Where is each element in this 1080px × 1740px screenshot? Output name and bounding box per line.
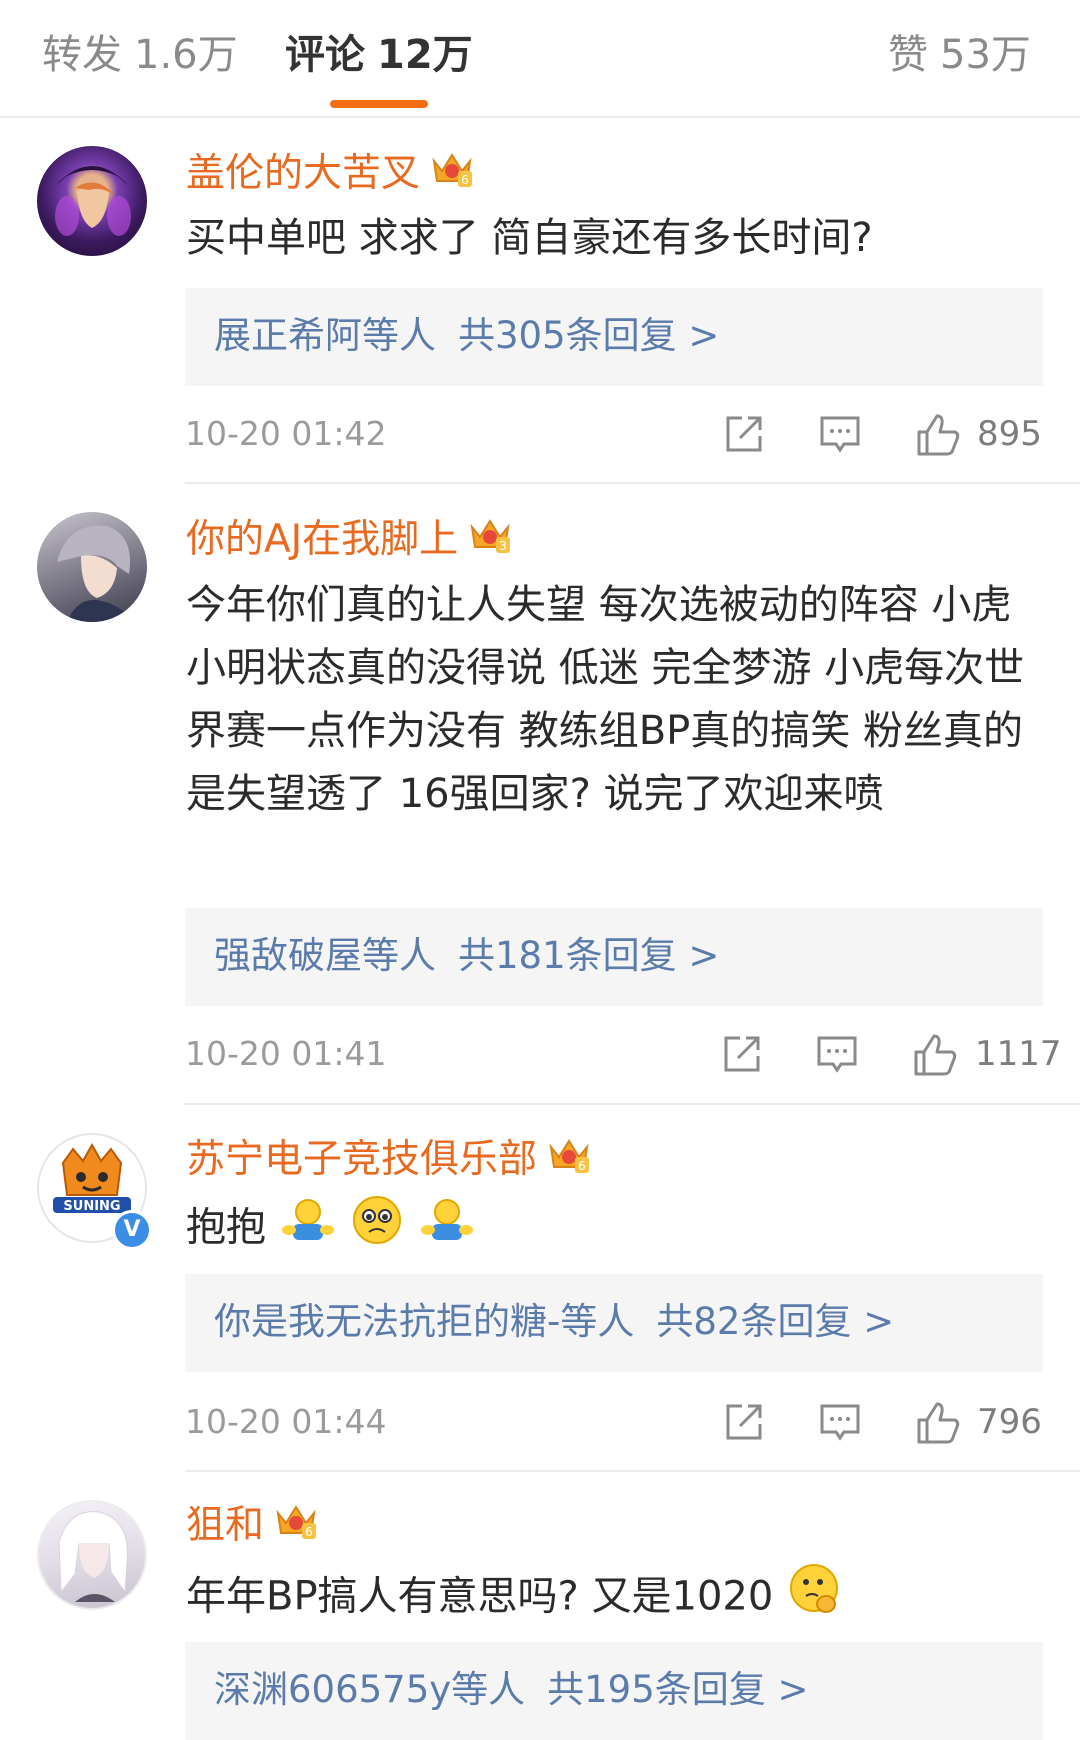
comment-icon[interactable] [815,1032,859,1080]
crown-badge-icon: 6 [430,149,474,203]
comment-divider [185,1103,1080,1105]
comment-tabs: 转发 1.6万 评论 12万 赞 53万 [0,0,1080,118]
comment-text: 买中单吧 求求了 简自豪还有多长时间? [186,215,873,261]
comment-icon[interactable] [818,1400,862,1448]
replies-summary: 你是我无法抗拒的糖-等人 共82条回复 > [214,1296,894,1348]
share-icon[interactable] [722,412,766,460]
like-count: 895 [977,414,1042,454]
avatar[interactable] [37,512,147,622]
comment-text: 抱抱 [186,1194,1046,1265]
active-tab-indicator [330,100,428,108]
comment-username[interactable]: 苏宁电子竞技俱乐部 6 [186,1134,591,1189]
username-text: 苏宁电子竞技俱乐部 [186,1137,538,1182]
tab-reposts-count: 1.6万 [134,32,238,78]
reply-suffix: 等人 [560,1300,635,1343]
share-icon[interactable] [720,1032,764,1080]
reply-count-link[interactable]: 共305条回复 > [458,314,719,357]
svg-text:3: 3 [499,539,507,553]
comment-icon[interactable] [818,412,862,460]
share-icon[interactable] [722,1400,766,1448]
avatar-illustration [58,1511,128,1602]
comment-divider [185,482,1080,484]
thinking-face-emoji-icon [788,1562,842,1635]
username-text: 狙和 [186,1503,265,1548]
avatar[interactable] [37,1500,147,1610]
comment-text-content: 抱抱 [186,1204,266,1251]
svg-text:6: 6 [578,1159,586,1173]
username-text: 盖伦的大苦叉 [186,151,421,196]
avatar[interactable] [37,146,147,256]
svg-text:6: 6 [305,1525,313,1539]
tab-reposts[interactable]: 转发 1.6万 [42,28,238,82]
comment-username[interactable]: 你的AJ在我脚上 3 [186,514,512,569]
like-count: 1117 [975,1034,1062,1074]
thumbs-up-icon[interactable] [915,1400,961,1450]
tab-likes-label: 赞 [888,32,928,78]
comment-time: 10-20 01:44 [185,1402,387,1441]
replies-summary: 展正希阿等人 共305条回复 > [214,310,719,362]
svg-text:SUNING: SUNING [63,1199,120,1214]
comment-time: 10-20 01:41 [185,1034,387,1073]
teary-face-emoji-icon [351,1194,403,1265]
comment-time: 10-20 01:42 [185,414,387,453]
tab-comments-label: 评论 [285,32,365,78]
comment-meta: 10-20 01:41 1117 [185,1028,1062,1082]
reply-names[interactable]: 强敌破屋 [214,934,362,977]
comment-meta: 10-20 01:42 895 [185,408,1043,460]
thumbs-up-icon[interactable] [915,412,961,462]
crown-badge-icon: 6 [274,1501,318,1555]
reply-names[interactable]: 深渊606575y [214,1668,451,1711]
reply-suffix: 等人 [451,1668,526,1711]
comment-text: 年年BP搞人有意思吗? 又是1020 [186,1562,1046,1635]
comment-username[interactable]: 狙和 6 [186,1500,318,1555]
hug-emoji-icon [420,1196,474,1263]
reply-count-link[interactable]: 共82条回复 > [656,1300,894,1343]
avatar-illustration [55,166,131,236]
replies-preview[interactable]: 强敌破屋等人 共181条回复 > [185,908,1043,1006]
replies-summary: 强敌破屋等人 共181条回复 > [214,930,719,982]
comment-text: 今年你们真的让人失望 每次选被动的阵容 小虎小明状态真的没得说 低迷 完全梦游 … [186,582,1025,817]
crown-badge-icon: 3 [468,515,512,569]
comment-username[interactable]: 盖伦的大苦叉 6 [186,148,474,203]
comment-text-content: 年年BP搞人有意思吗? 又是1020 [186,1573,774,1620]
tab-comments[interactable]: 评论 12万 [285,28,473,82]
tab-comments-count: 12万 [377,32,473,78]
reply-suffix: 等人 [362,314,436,357]
like-count: 796 [977,1402,1042,1442]
comment-meta: 10-20 01:44 796 [185,1396,1043,1448]
tab-reposts-label: 转发 [42,32,122,78]
reply-count-link[interactable]: 共195条回复 > [547,1668,808,1711]
replies-preview[interactable]: 深渊606575y等人 共195条回复 > [185,1642,1043,1740]
reply-suffix: 等人 [362,934,436,977]
replies-preview[interactable]: 展正希阿等人 共305条回复 > [185,288,1043,386]
tab-likes[interactable]: 赞 53万 [888,28,1031,82]
reply-names[interactable]: 展正希阿 [214,314,362,357]
comment-divider [185,1470,1080,1472]
svg-text:6: 6 [461,173,469,187]
thumbs-up-icon[interactable] [912,1032,958,1082]
crown-badge-icon: 6 [547,1135,591,1189]
reply-names[interactable]: 你是我无法抗拒的糖- [214,1300,560,1343]
username-text: 你的AJ在我脚上 [186,517,459,562]
hug-emoji-icon [281,1196,335,1263]
tab-likes-count: 53万 [940,32,1031,78]
replies-summary: 深渊606575y等人 共195条回复 > [214,1664,809,1716]
verified-badge-icon: V [112,1210,152,1250]
replies-preview[interactable]: 你是我无法抗拒的糖-等人 共82条回复 > [185,1274,1043,1372]
avatar-illustration [57,525,133,622]
reply-count-link[interactable]: 共181条回复 > [458,934,719,977]
